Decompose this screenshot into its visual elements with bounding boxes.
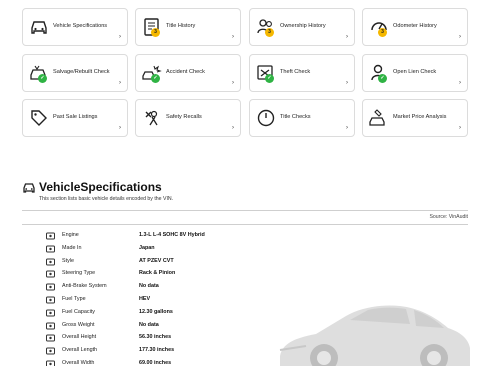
car-front-icon <box>29 17 49 37</box>
count-badge: 3 <box>265 28 274 37</box>
title-check-icon <box>256 108 276 128</box>
spec-row: Made In Japan <box>46 243 346 255</box>
chevron-right-icon: › <box>459 34 461 40</box>
feature-card-open-lien-check[interactable]: ✓ Open Lien Check › <box>362 54 468 92</box>
brake-icon <box>46 283 55 291</box>
length-icon <box>46 347 55 355</box>
card-label: Theft Check <box>280 69 311 75</box>
chevron-right-icon: › <box>346 125 348 131</box>
section-subtitle: This section lists basic vehicle details… <box>39 196 174 202</box>
card-label: Safety Recalls <box>166 114 202 120</box>
card-label: Title History <box>166 23 196 29</box>
count-badge: 3 <box>151 28 160 37</box>
feature-card-accident-check[interactable]: ✓ Accident Check › <box>135 54 241 92</box>
chevron-right-icon: › <box>346 80 348 86</box>
spec-value: Japan <box>139 244 155 251</box>
spec-label: Gross Weight <box>62 321 95 328</box>
card-label: Open Lien Check <box>393 69 437 75</box>
card-label: Title Checks <box>280 114 311 120</box>
chevron-right-icon: › <box>232 125 234 131</box>
price-tag-icon <box>29 108 49 128</box>
check-badge-icon: ✓ <box>38 74 47 83</box>
chevron-right-icon: › <box>119 125 121 131</box>
spec-value: HEV <box>139 296 151 302</box>
chevron-right-icon: › <box>459 80 461 86</box>
spec-value: AT PZEV CVT <box>139 257 174 264</box>
feature-card-past-sale-listings[interactable]: Past Sale Listings › <box>22 99 128 137</box>
car-illustration <box>279 305 470 366</box>
spec-value: 1.3-L L-4 SOHC 8V Hybrid <box>139 232 205 238</box>
divider <box>22 224 468 225</box>
feature-card-vehicle-specifications[interactable]: Vehicle Specifications › <box>22 8 128 46</box>
feature-card-safety-recalls[interactable]: Safety Recalls › <box>135 99 241 137</box>
spec-label: Fuel Type <box>62 296 86 302</box>
count-badge: 3 <box>378 28 387 37</box>
width-icon <box>46 360 55 366</box>
feature-card-odometer-history[interactable]: 3 Odometer History › <box>362 8 468 46</box>
card-label: Vehicle Specifications <box>53 23 108 29</box>
spec-label: Anti-Brake System <box>62 283 107 290</box>
source-label: Source: VinAudit <box>429 214 468 220</box>
chevron-right-icon: › <box>232 34 234 40</box>
feature-card-ownership-history[interactable]: 3 Ownership History › <box>249 8 355 46</box>
spec-row: Steering Type Rack & Pinion <box>46 268 346 280</box>
check-badge-icon: ✓ <box>378 74 387 83</box>
card-label: Past Sale Listings <box>53 114 98 120</box>
spec-label: Overall Height <box>62 334 97 341</box>
weight-icon <box>46 322 55 330</box>
section-title: VehicleSpecifications <box>39 180 162 194</box>
spec-label: Steering Type <box>62 270 96 277</box>
car-front-icon <box>23 183 35 193</box>
card-label: Ownership History <box>280 23 326 29</box>
flag-icon <box>46 245 55 253</box>
spec-row: Engine 1.3-L L-4 SOHC 8V Hybrid <box>46 230 346 242</box>
spec-value: 69.00 inches <box>139 360 172 366</box>
check-badge-icon: ✓ <box>151 74 160 83</box>
spec-label: Fuel Capacity <box>62 308 95 315</box>
spec-value: Rack & Pinion <box>139 270 176 277</box>
fuel-icon <box>46 296 55 304</box>
spec-value: 56.30 inches <box>139 334 172 341</box>
spec-value: No data <box>139 283 159 290</box>
card-label: Odometer History <box>393 23 437 29</box>
fuel-capacity-icon <box>46 309 55 317</box>
spec-label: Made In <box>62 244 82 251</box>
chevron-right-icon: › <box>459 125 461 131</box>
feature-card-market-price-analysis[interactable]: Market Price Analysis › <box>362 99 468 137</box>
spec-label: Engine <box>62 232 79 238</box>
feature-card-salvage-rebuilt-check[interactable]: ✓ Salvage/Rebuilt Check › <box>22 54 128 92</box>
style-icon <box>46 258 55 266</box>
chevron-right-icon: › <box>346 34 348 40</box>
steering-icon <box>46 270 55 278</box>
spec-value: 177.30 inches <box>139 347 175 354</box>
chevron-right-icon: › <box>119 34 121 40</box>
chevron-right-icon: › <box>232 80 234 86</box>
card-label: Salvage/Rebuilt Check <box>53 69 110 75</box>
feature-card-theft-check[interactable]: ✓ Theft Check › <box>249 54 355 92</box>
card-label: Market Price Analysis <box>393 114 447 120</box>
spec-value: No data <box>139 321 159 328</box>
divider <box>22 210 468 211</box>
spec-label: Overall Width <box>62 360 95 366</box>
check-badge-icon: ✓ <box>265 74 274 83</box>
market-price-icon <box>369 108 389 128</box>
spec-label: Overall Length <box>62 347 98 354</box>
height-icon <box>46 334 55 342</box>
spec-row: Style AT PZEV CVT <box>46 256 346 268</box>
spec-label: Style <box>62 257 74 264</box>
feature-card-title-checks[interactable]: Title Checks › <box>249 99 355 137</box>
chevron-right-icon: › <box>119 80 121 86</box>
recall-icon <box>142 108 162 128</box>
engine-icon <box>46 232 55 240</box>
feature-card-title-history[interactable]: 3 Title History › <box>135 8 241 46</box>
spec-value: 12.30 gallons <box>139 308 173 315</box>
card-label: Accident Check <box>166 69 205 75</box>
spec-row: Anti-Brake System No data <box>46 281 346 293</box>
